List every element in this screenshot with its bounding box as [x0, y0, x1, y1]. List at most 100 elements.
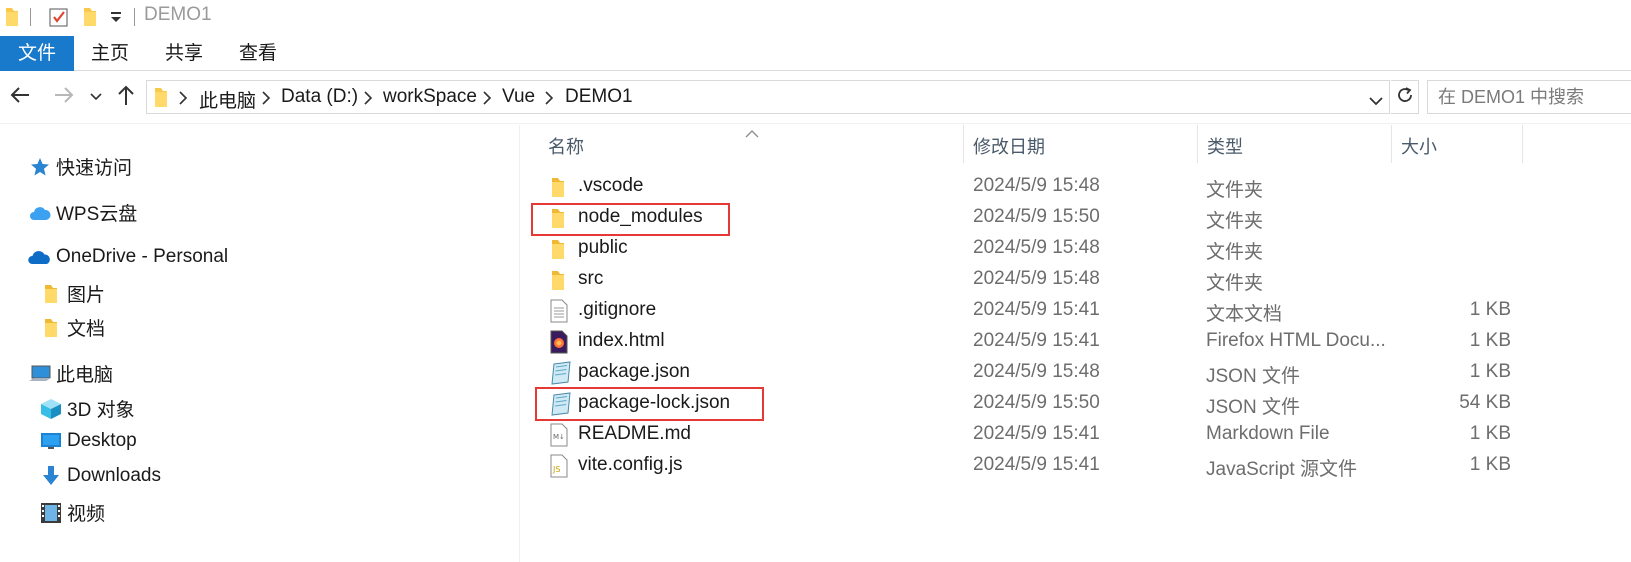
file-row[interactable]: M↓ README.md 2024/5/9 15:41 Markdown Fil… [521, 420, 1521, 451]
nav-item-this-pc[interactable]: 此电脑 [28, 360, 113, 387]
search-box[interactable] [1427, 80, 1631, 114]
file-date: 2024/5/9 15:48 [973, 175, 1100, 196]
file-name: src [578, 268, 604, 289]
file-name: index.html [578, 330, 665, 351]
nav-item-pictures[interactable]: 图片 [39, 280, 105, 307]
tab-share[interactable]: 共享 [154, 36, 214, 71]
download-icon [39, 464, 63, 488]
breadcrumb-drive[interactable]: Data (D:) [281, 86, 358, 108]
column-header-name[interactable]: 名称 [521, 125, 963, 163]
column-header-size[interactable]: 大小 [1392, 125, 1522, 163]
up-button[interactable] [112, 82, 140, 112]
chevron-right-icon[interactable] [544, 91, 554, 110]
file-date: 2024/5/9 15:41 [973, 454, 1100, 475]
column-header-label: 名称 [548, 137, 584, 157]
column-header-label: 修改日期 [973, 137, 1045, 157]
column-header-type[interactable]: 类型 [1198, 125, 1391, 163]
ribbon-tabs: 文件 主页 共享 查看 [0, 36, 1631, 71]
js-file-icon: JS [550, 454, 572, 478]
onedrive-icon [28, 245, 52, 269]
svg-text:JS: JS [552, 465, 560, 474]
nav-item-desktop[interactable]: Desktop [39, 429, 137, 453]
nav-item-videos[interactable]: 视频 [39, 499, 105, 526]
breadcrumb-this-pc[interactable]: 此电脑 [199, 86, 256, 113]
file-type: JSON 文件 [1206, 366, 1300, 387]
file-row[interactable]: public 2024/5/9 15:48 文件夹 [521, 234, 1521, 265]
file-row[interactable]: .gitignore 2024/5/9 15:41 文本文档 1 KB [521, 296, 1521, 327]
nav-item-label: 3D 对象 [67, 400, 135, 421]
nav-item-label: Desktop [67, 430, 137, 451]
file-row[interactable]: src 2024/5/9 15:48 文件夹 [521, 265, 1521, 296]
file-row[interactable]: .vscode 2024/5/9 15:48 文件夹 [521, 172, 1521, 203]
file-name: vite.config.js [578, 454, 683, 475]
file-type: JavaScript 源文件 [1206, 459, 1357, 480]
tab-view[interactable]: 查看 [228, 36, 288, 71]
file-date: 2024/5/9 15:48 [973, 237, 1100, 258]
file-size: 1 KB [1469, 330, 1511, 351]
file-list: 名称 修改日期 类型 大小 .vscode 2024/5/9 15:48 文件夹… [521, 125, 1631, 562]
nav-item-label: 图片 [67, 285, 106, 306]
nav-item-quick-access[interactable]: 快速访问 [28, 153, 132, 180]
file-type: 文件夹 [1206, 242, 1264, 263]
nav-item-label: 视频 [67, 504, 106, 525]
highlight-box-node-modules [531, 203, 730, 236]
chevron-right-icon[interactable] [178, 91, 188, 110]
file-type: Markdown File [1206, 423, 1330, 444]
file-date: 2024/5/9 15:50 [973, 392, 1100, 413]
folder-icon [550, 175, 572, 199]
nav-item-wps-cloud[interactable]: WPS云盘 [28, 199, 137, 226]
file-date: 2024/5/9 15:48 [973, 361, 1100, 382]
file-size: 1 KB [1469, 299, 1511, 320]
nav-item-onedrive[interactable]: OneDrive - Personal [28, 245, 228, 269]
file-size: 1 KB [1469, 454, 1511, 475]
column-header-date[interactable]: 修改日期 [964, 125, 1197, 163]
column-divider[interactable] [1522, 125, 1523, 163]
nav-item-label: Downloads [67, 465, 161, 486]
chevron-right-icon[interactable] [482, 91, 492, 110]
recent-locations-button[interactable] [84, 82, 108, 112]
markdown-file-icon: M↓ [550, 423, 572, 447]
nav-item-label: 快速访问 [56, 158, 133, 179]
file-row[interactable]: package.json 2024/5/9 15:48 JSON 文件 1 KB [521, 358, 1521, 389]
breadcrumb-vue[interactable]: Vue [502, 86, 535, 108]
address-bar[interactable]: 此电脑 Data (D:) workSpace Vue DEMO1 [146, 80, 1390, 114]
nav-item-3d-objects[interactable]: 3D 对象 [39, 395, 135, 422]
nav-item-downloads[interactable]: Downloads [39, 464, 161, 488]
address-dropdown-icon[interactable] [1369, 93, 1383, 111]
highlight-box-package-lock [535, 387, 764, 421]
search-input[interactable] [1428, 81, 1631, 113]
file-date: 2024/5/9 15:41 [973, 299, 1100, 320]
cloud-icon [28, 201, 52, 225]
file-type: 文件夹 [1206, 273, 1264, 294]
tab-home[interactable]: 主页 [80, 36, 140, 71]
chevron-right-icon[interactable] [363, 91, 373, 110]
file-date: 2024/5/9 15:48 [973, 268, 1100, 289]
folder-icon [4, 6, 20, 33]
back-button[interactable] [6, 82, 34, 112]
properties-check-icon[interactable] [48, 6, 70, 33]
new-folder-icon[interactable] [82, 6, 98, 33]
navigation-pane: 快速访问 WPS云盘 OneDrive - Personal 图片 文档 此电脑… [0, 125, 520, 562]
nav-item-documents[interactable]: 文档 [39, 314, 105, 341]
file-row[interactable]: index.html 2024/5/9 15:41 Firefox HTML D… [521, 327, 1521, 358]
forward-button[interactable] [50, 82, 78, 112]
title-bar: DEMO1 [0, 0, 1631, 34]
cube-icon [39, 397, 63, 421]
chevron-right-icon[interactable] [261, 91, 271, 110]
column-header-label: 大小 [1401, 137, 1437, 157]
customize-qat-icon[interactable] [109, 8, 123, 29]
nav-item-label: 此电脑 [56, 365, 114, 386]
file-date: 2024/5/9 15:50 [973, 206, 1100, 227]
folder-icon [153, 85, 169, 114]
star-icon [28, 155, 52, 179]
divider [30, 8, 31, 26]
breadcrumb-workspace[interactable]: workSpace [383, 86, 477, 108]
file-row[interactable]: JS vite.config.js 2024/5/9 15:41 JavaScr… [521, 451, 1521, 482]
nav-item-label: OneDrive - Personal [56, 246, 229, 267]
refresh-button[interactable] [1391, 80, 1419, 114]
arrow-left-icon [9, 86, 31, 109]
tab-file[interactable]: 文件 [0, 36, 74, 71]
breadcrumb-demo1[interactable]: DEMO1 [565, 86, 633, 108]
file-size: 1 KB [1469, 361, 1511, 382]
window-title: DEMO1 [144, 4, 212, 25]
